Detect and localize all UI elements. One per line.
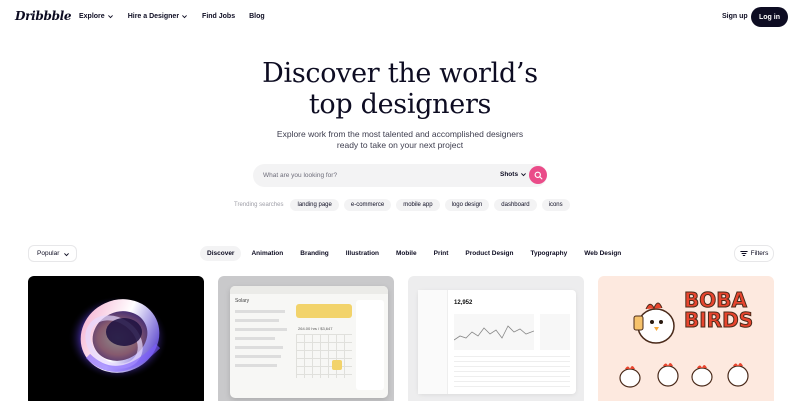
- tab-product-design[interactable]: Product Design: [458, 246, 520, 261]
- dashboard-mockup: Solary 264.00 hrs / $3,647: [230, 286, 388, 398]
- hero-subtitle-line: ready to take on your next project: [336, 140, 464, 150]
- search-input[interactable]: [263, 170, 463, 181]
- search-type-label: Shots: [500, 171, 519, 178]
- chevron-down-icon: [64, 253, 69, 257]
- search-icon: [534, 171, 542, 179]
- top-nav: Dribbble Explore Hire a Designer Find Jo…: [0, 0, 800, 36]
- trending-chip[interactable]: landing page: [290, 199, 339, 211]
- boba-logo-line: BIRDS: [683, 308, 754, 332]
- mockup-value: 264.00 hrs / $3,647: [298, 326, 333, 331]
- nav-find-jobs-label: Find Jobs: [202, 13, 236, 20]
- trending-chip[interactable]: logo design: [444, 199, 490, 211]
- mockup-chart: [454, 314, 534, 350]
- nav-hire-label: Hire a Designer: [127, 13, 180, 20]
- sort-dropdown[interactable]: Popular: [28, 245, 77, 262]
- hero-subtitle: Explore work from the most talented and …: [0, 129, 800, 151]
- chicken-row: [619, 363, 749, 388]
- tab-print[interactable]: Print: [427, 246, 456, 261]
- shot-thumbnail: [68, 296, 168, 380]
- hero-subtitle-line: Explore work from the most talented and …: [276, 129, 524, 139]
- hero-title-line: Discover the world’s: [262, 58, 538, 89]
- nav-blog-label: Blog: [249, 13, 265, 20]
- mockup-list: [235, 310, 295, 390]
- category-tabs: Discover Animation Branding Illustration…: [200, 246, 631, 261]
- trending-chip[interactable]: mobile app: [396, 199, 440, 211]
- nav-explore[interactable]: Explore: [79, 13, 114, 20]
- chevron-down-icon: [182, 15, 187, 19]
- nav-explore-label: Explore: [79, 13, 105, 20]
- dribbble-logo[interactable]: Dribbble: [15, 9, 72, 23]
- mockup-event: [332, 360, 342, 370]
- tab-discover[interactable]: Discover: [200, 246, 242, 261]
- trending-label: Trending searches: [234, 202, 284, 208]
- search-button[interactable]: [529, 166, 547, 184]
- login-button[interactable]: Log in: [751, 7, 788, 27]
- shot-card-solary[interactable]: Solary 264.00 hrs / $3,647: [218, 276, 394, 401]
- trending-searches: Trending searches landing page e-commerc…: [234, 199, 575, 211]
- nav-links: Explore Hire a Designer Find Jobs Blog: [79, 13, 279, 20]
- dashboard-mockup: 12,952: [418, 290, 576, 394]
- shot-card-abstract[interactable]: [28, 276, 204, 401]
- hero-title: Discover the world’s top designers: [0, 58, 800, 120]
- tab-mobile[interactable]: Mobile: [389, 246, 424, 261]
- chevron-down-icon: [107, 15, 113, 19]
- filters-label: Filters: [750, 250, 769, 257]
- trending-chip[interactable]: e-commerce: [343, 199, 392, 211]
- shot-card-analytics[interactable]: 12,952: [408, 276, 584, 401]
- tab-illustration[interactable]: Illustration: [339, 246, 386, 261]
- mockup-number: 12,952: [454, 300, 473, 306]
- mockup-sidebar: [418, 290, 448, 394]
- tab-branding[interactable]: Branding: [293, 246, 336, 261]
- trending-chip[interactable]: dashboard: [494, 199, 537, 211]
- tab-web-design[interactable]: Web Design: [577, 246, 628, 261]
- filters-button[interactable]: Filters: [734, 245, 774, 262]
- nav-hire-designer[interactable]: Hire a Designer: [128, 13, 188, 20]
- mockup-toolbar: [230, 286, 388, 294]
- mockup-sidepanel: [356, 300, 384, 390]
- mockup-calendar: [296, 334, 352, 378]
- tab-animation[interactable]: Animation: [244, 246, 290, 261]
- trending-chip[interactable]: icons: [541, 199, 570, 211]
- hero-title-line: top designers: [308, 89, 492, 120]
- tab-typography[interactable]: Typography: [523, 246, 574, 261]
- boba-birds-logo: BOBA BIRDS: [683, 288, 754, 332]
- boba-logo-line: BOBA: [683, 288, 747, 312]
- chevron-down-icon: [521, 173, 526, 177]
- mockup-stats: [540, 314, 570, 350]
- filter-icon: [739, 251, 748, 256]
- sort-label: Popular: [37, 250, 60, 257]
- shot-card-boba-birds[interactable]: BOBA BIRDS: [598, 276, 774, 401]
- mockup-highlight: [296, 304, 352, 318]
- search-type-dropdown[interactable]: Shots: [500, 171, 527, 178]
- mockup-table: [454, 356, 570, 388]
- mockup-title: Solary: [235, 298, 250, 304]
- nav-blog[interactable]: Blog: [249, 13, 265, 20]
- nav-find-jobs[interactable]: Find Jobs: [202, 13, 235, 20]
- signup-link[interactable]: Sign up: [722, 13, 748, 20]
